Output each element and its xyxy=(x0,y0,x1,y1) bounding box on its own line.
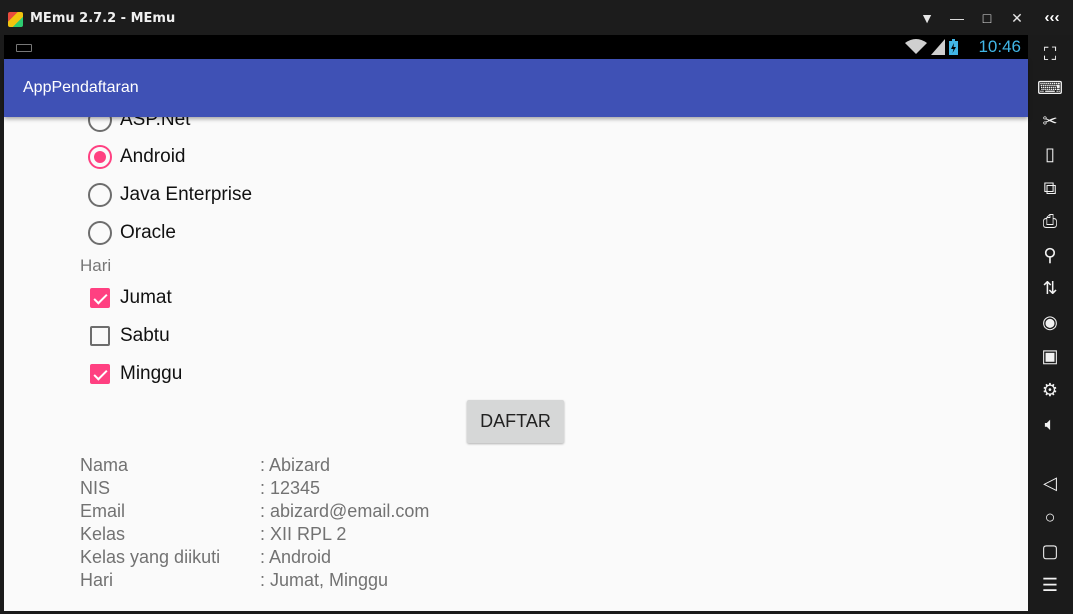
keyboard-notification-icon xyxy=(16,44,32,52)
checkbox-label: Jumat xyxy=(120,287,172,308)
summary-key: Kelas xyxy=(80,524,126,544)
summary-key: Hari xyxy=(80,570,114,590)
checkbox-checked[interactable] xyxy=(90,288,110,308)
home-icon[interactable]: ○ xyxy=(1036,504,1064,530)
radio-option-oracle[interactable]: Oracle xyxy=(88,218,176,248)
radio-label: Oracle xyxy=(120,222,176,243)
daftar-submit-button[interactable]: DAFTAR xyxy=(467,400,564,443)
radio-label: Android xyxy=(120,146,186,167)
summary-value: : Abizard xyxy=(260,455,331,475)
radio-option-aspnet[interactable]: ASP.Net xyxy=(88,117,190,135)
summary-row: Hari : Jumat, Minggu xyxy=(80,569,429,592)
registration-form: ASP.Net Android Java Enterprise Oracle H… xyxy=(4,117,1028,611)
radio-option-android[interactable]: Android xyxy=(88,142,186,172)
checkbox-option-minggu[interactable]: Minggu xyxy=(88,359,182,389)
memu-logo-icon xyxy=(8,12,23,27)
radio-button[interactable] xyxy=(88,117,112,132)
window-title: MEmu 2.7.2 - MEmu xyxy=(30,11,176,26)
checkbox-label: Minggu xyxy=(120,363,183,384)
app-title: AppPendaftaran xyxy=(23,79,139,96)
emulator-toolbar: ⛶ ⌨ ✂ ▯ ⧉ ⎙ ⚲ ⇅ ◉ ▣ ⚙ 🔈︎ ◁ ○ ▢ ☰ xyxy=(1028,35,1073,614)
volume-icon[interactable]: 🔈︎ xyxy=(1036,411,1064,437)
radio-button[interactable] xyxy=(88,221,112,245)
mouse-icon[interactable]: ◉ xyxy=(1036,309,1064,335)
registration-summary: Nama : Abizard NIS : 12345 Email : abizard@… xyxy=(80,454,429,592)
broom-icon[interactable]: ⚲ xyxy=(1036,242,1064,268)
summary-value: : 12345 xyxy=(260,478,321,498)
summary-row: NIS : 12345 xyxy=(80,477,429,500)
summary-key: NIS xyxy=(80,478,111,498)
radio-button-selected[interactable] xyxy=(88,145,112,169)
scissors-icon[interactable]: ✂ xyxy=(1036,108,1064,134)
back-icon[interactable]: ◁ xyxy=(1036,470,1064,496)
settings-icon[interactable]: ⚙ xyxy=(1036,377,1064,403)
summary-row: Email : abizard@email.com xyxy=(80,500,429,523)
radio-option-java-enterprise[interactable]: Java Enterprise xyxy=(88,180,252,210)
fullscreen-icon[interactable]: ⛶ xyxy=(1036,41,1064,67)
window-controls: ▼ — □ ✕ xyxy=(917,8,1027,28)
apk-install-icon[interactable]: ⎙ xyxy=(1036,208,1064,234)
dropdown-menu-button[interactable]: ▼ xyxy=(917,8,937,28)
minimize-button[interactable]: — xyxy=(947,8,967,28)
close-button[interactable]: ✕ xyxy=(1007,8,1027,28)
summary-key: Email xyxy=(80,501,126,521)
shake-icon[interactable]: ▯ xyxy=(1036,141,1064,167)
summary-row: Kelas : XII RPL 2 xyxy=(80,523,429,546)
summary-value: : abizard@email.com xyxy=(260,501,430,521)
checkbox-option-sabtu[interactable]: Sabtu xyxy=(88,321,170,351)
radio-label: Java Enterprise xyxy=(120,184,253,205)
signal-icon xyxy=(931,39,945,55)
status-icons xyxy=(905,39,958,55)
summary-row: Kelas yang diikuti : Android xyxy=(80,546,429,569)
radio-button[interactable] xyxy=(88,183,112,207)
summary-key: Kelas yang diikuti xyxy=(80,547,221,567)
recent-apps-icon[interactable]: ▢ xyxy=(1036,538,1064,564)
maximize-button[interactable]: □ xyxy=(977,8,997,28)
checkbox-unchecked[interactable] xyxy=(90,326,110,346)
android-status-bar: 10:46 xyxy=(4,35,1028,59)
checkbox-checked[interactable] xyxy=(90,364,110,384)
summary-row: Nama : Abizard xyxy=(80,454,429,477)
collapse-sidebar-button[interactable]: ‹‹‹ xyxy=(1039,8,1065,28)
battery-charging-icon xyxy=(949,39,958,55)
summary-value: : XII RPL 2 xyxy=(260,524,347,544)
menu-icon[interactable]: ☰ xyxy=(1036,572,1064,598)
checkbox-label: Sabtu xyxy=(120,325,170,346)
status-time: 10:46 xyxy=(978,37,1021,56)
shared-folder-icon[interactable]: ⇅ xyxy=(1036,275,1064,301)
emulator-title-bar: MEmu 2.7.2 - MEmu ▼ — □ ✕ ‹‹‹ xyxy=(0,0,1073,35)
app-toolbar: AppPendaftaran xyxy=(4,59,1028,117)
radio-label: ASP.Net xyxy=(120,117,191,130)
checkbox-option-jumat[interactable]: Jumat xyxy=(88,283,172,313)
days-section-label: Hari xyxy=(80,256,112,275)
summary-value: : Android xyxy=(260,547,332,567)
rotate-icon[interactable]: ⧉ xyxy=(1036,175,1064,201)
summary-key: Nama xyxy=(80,455,129,475)
wifi-icon xyxy=(905,39,927,54)
screen-record-icon[interactable]: ▣ xyxy=(1036,343,1064,369)
keyboard-icon[interactable]: ⌨ xyxy=(1036,75,1064,101)
summary-value: : Jumat, Minggu xyxy=(260,570,389,590)
